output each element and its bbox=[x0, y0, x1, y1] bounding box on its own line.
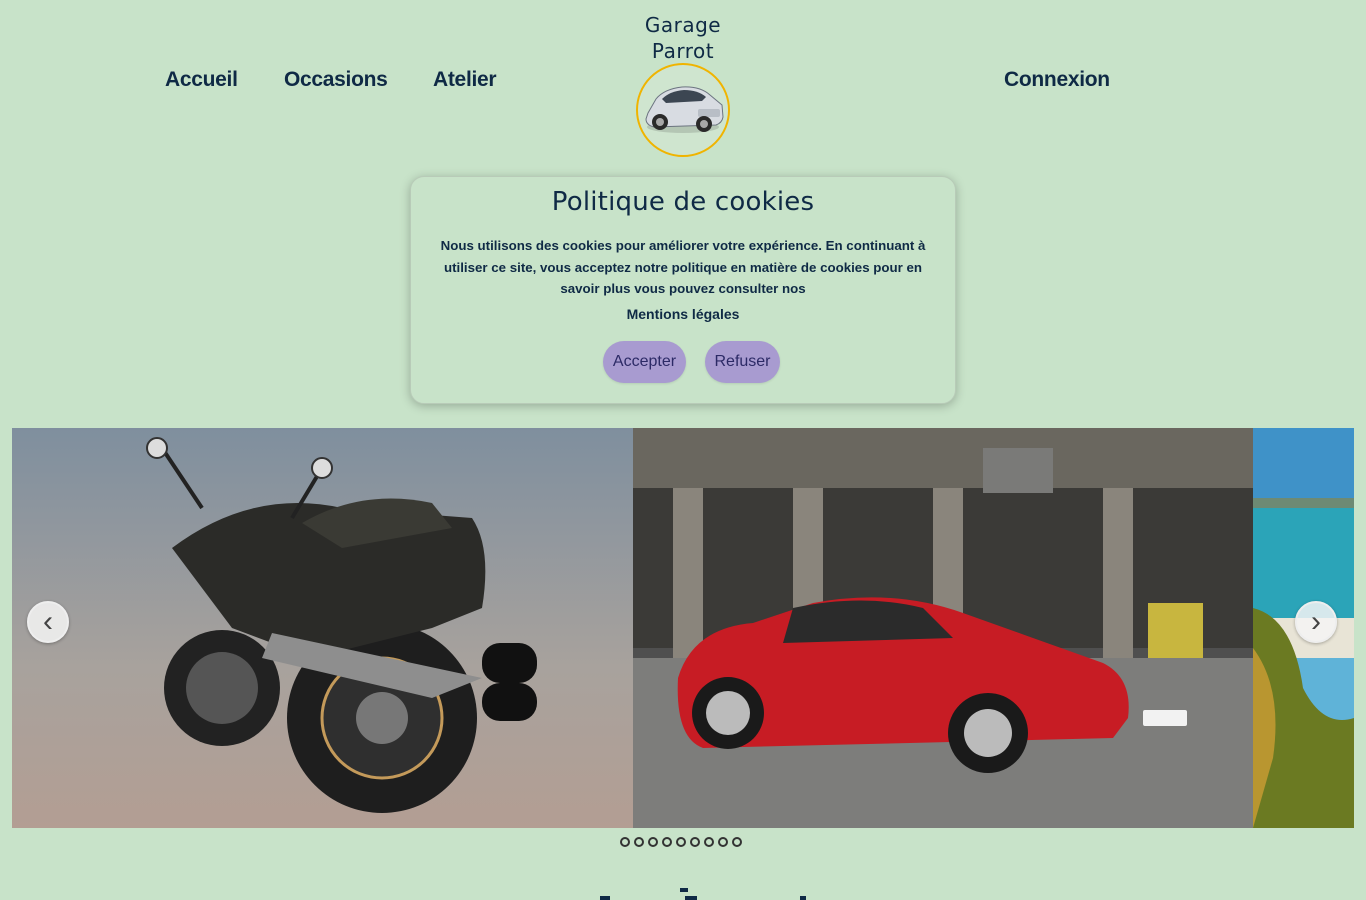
brand-title: Garage Parrot bbox=[610, 12, 756, 64]
nav-link-workshop[interactable]: Atelier bbox=[433, 68, 497, 92]
carousel-dot[interactable] bbox=[648, 837, 658, 847]
cookie-banner-text: Nous utilisons des cookies pour améliore… bbox=[440, 238, 926, 296]
cookie-banner-title: Politique de cookies bbox=[551, 187, 815, 217]
carousel-dot[interactable] bbox=[662, 837, 672, 847]
image-carousel: ‹ › bbox=[12, 428, 1354, 828]
nav-link-home[interactable]: Accueil bbox=[165, 68, 238, 92]
refuse-cookies-button[interactable]: Refuser bbox=[705, 341, 780, 383]
carousel-dot[interactable] bbox=[704, 837, 714, 847]
red-car-image bbox=[633, 428, 1253, 828]
brand-line-2: Parrot bbox=[651, 39, 715, 63]
brand-line-1: Garage bbox=[644, 13, 722, 37]
carousel-dot[interactable] bbox=[732, 837, 742, 847]
motorcycle-image bbox=[12, 428, 633, 828]
accept-cookies-button[interactable]: Accepter bbox=[603, 341, 686, 383]
carousel-indicators bbox=[620, 837, 742, 847]
carousel-dot[interactable] bbox=[718, 837, 728, 847]
legal-notice-link[interactable]: Mentions légales bbox=[411, 306, 955, 322]
carousel-dot[interactable] bbox=[634, 837, 644, 847]
carousel-dot[interactable] bbox=[676, 837, 686, 847]
nav-link-used-cars[interactable]: Occasions bbox=[284, 68, 388, 92]
carousel-prev-button[interactable]: ‹ bbox=[27, 601, 69, 643]
carousel-dot[interactable] bbox=[620, 837, 630, 847]
carousel-next-button[interactable]: › bbox=[1295, 601, 1337, 643]
cropped-section-heading bbox=[600, 888, 806, 900]
carousel-dot[interactable] bbox=[690, 837, 700, 847]
cookie-banner: Politique de cookies Nous utilisons des … bbox=[410, 176, 956, 404]
logo-car-icon[interactable] bbox=[636, 63, 730, 157]
nav-link-login[interactable]: Connexion bbox=[1004, 68, 1110, 92]
